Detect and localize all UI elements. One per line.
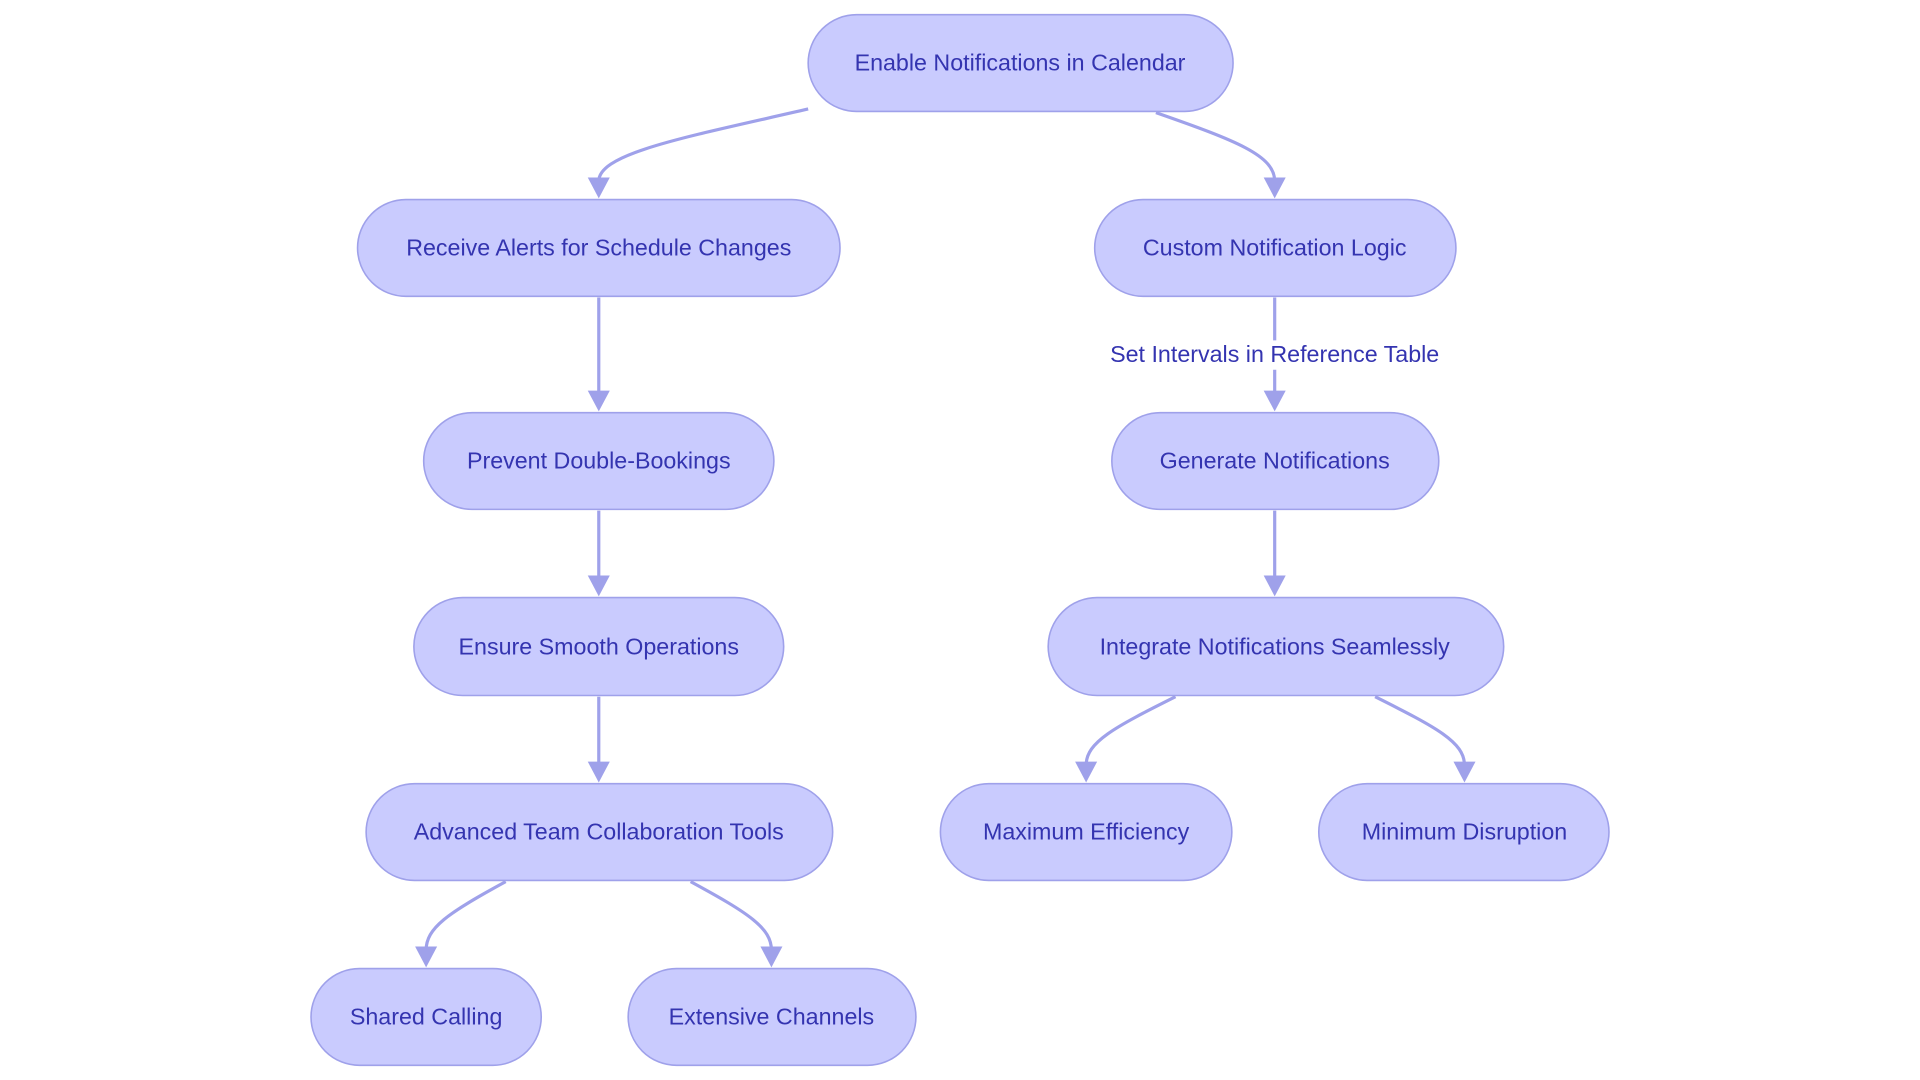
- node-enable: Enable Notifications in Calendar: [807, 13, 1234, 113]
- node-advanced: Advanced Team Collaboration Tools: [365, 782, 834, 882]
- flowchart: Set Intervals in Reference Table Enable …: [310, 13, 1610, 1067]
- arrow-head: [587, 177, 610, 199]
- arrow-head: [587, 390, 610, 412]
- node-label: Generate Notifications: [1160, 447, 1390, 473]
- edge-advanced-shared: [424, 880, 507, 951]
- arrow-head: [1453, 761, 1476, 783]
- edge-advanced-extensive: [689, 880, 774, 951]
- node-shared: Shared Calling: [310, 967, 543, 1067]
- arrow-head: [1075, 761, 1098, 783]
- node-generate: Generate Notifications: [1111, 411, 1440, 511]
- node-label: Enable Notifications in Calendar: [855, 49, 1186, 75]
- node-label: Advanced Team Collaboration Tools: [414, 818, 784, 844]
- node-label: Maximum Efficiency: [983, 818, 1190, 844]
- arrow-head: [1263, 390, 1286, 412]
- node-ensure: Ensure Smooth Operations: [413, 596, 785, 697]
- node-custom: Custom Notification Logic: [1093, 198, 1457, 298]
- node-receive: Receive Alerts for Schedule Changes: [356, 198, 841, 298]
- node-label: Integrate Notifications Seamlessly: [1100, 634, 1451, 660]
- node-extensive: Extensive Channels: [627, 967, 917, 1067]
- edge-label-text: Set Intervals in Reference Table: [1110, 341, 1439, 367]
- node-prevent: Prevent Double-Bookings: [422, 411, 775, 511]
- node-label: Shared Calling: [350, 1003, 503, 1029]
- node-label: Minimum Disruption: [1362, 818, 1567, 844]
- node-integrate: Integrate Notifications Seamlessly: [1047, 596, 1505, 697]
- node-label: Prevent Double-Bookings: [467, 447, 731, 473]
- arrow-head: [1263, 575, 1286, 597]
- edge-integrate-maxeff: [1084, 695, 1177, 766]
- edge-enable-receive: [597, 107, 809, 182]
- arrow-head: [587, 761, 610, 783]
- arrow-head: [760, 946, 783, 968]
- arrow-head: [415, 946, 438, 968]
- node-label: Extensive Channels: [669, 1003, 875, 1029]
- arrow-head: [1263, 177, 1286, 199]
- arrow-head: [587, 575, 610, 597]
- node-mindis: Minimum Disruption: [1317, 782, 1610, 882]
- edge-label-set-intervals: Set Intervals in Reference Table: [1110, 341, 1439, 367]
- edge-enable-custom: [1155, 111, 1277, 182]
- edge-integrate-mindis: [1374, 695, 1467, 766]
- node-label: Ensure Smooth Operations: [459, 634, 739, 660]
- node-label: Receive Alerts for Schedule Changes: [406, 234, 791, 260]
- node-label: Custom Notification Logic: [1143, 234, 1407, 260]
- node-maxeff: Maximum Efficiency: [939, 782, 1233, 882]
